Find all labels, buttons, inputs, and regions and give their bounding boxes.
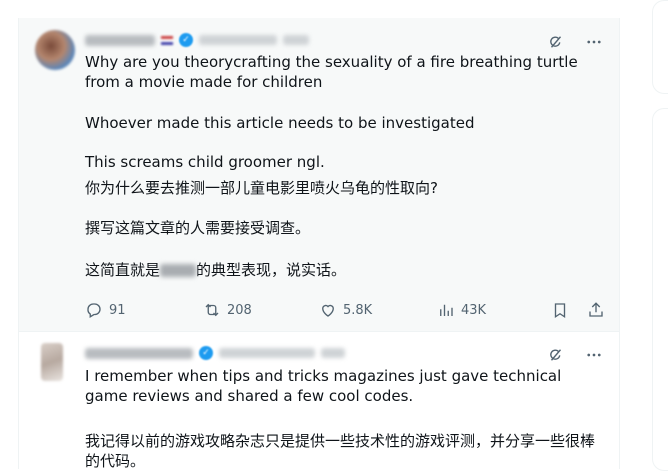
views-icon <box>440 304 453 316</box>
verified-icon: ✓ <box>199 346 213 360</box>
text-segment: 的典型表现，说实话。 <box>196 261 347 279</box>
post[interactable]: ✓ Why are you theorycrafting the sexuali… <box>19 18 619 332</box>
bookmark-icon <box>554 303 566 319</box>
post[interactable]: ✓ I remember when tips and tricks magazi… <box>19 332 619 470</box>
avatar[interactable] <box>41 343 63 381</box>
sidebar-card <box>652 0 668 94</box>
flag-icon <box>161 35 173 45</box>
more-icon[interactable] <box>583 31 605 53</box>
author-handle-redacted[interactable] <box>219 348 315 358</box>
timeline: ✓ Why are you theorycrafting the sexuali… <box>18 18 620 470</box>
share-button[interactable] <box>587 301 605 319</box>
post-text-zh-3: 这简直就是 的典型表现，说实话。 <box>85 260 599 280</box>
author-name-redacted[interactable] <box>85 34 155 46</box>
post-text-zh-1: 我记得以前的游戏攻略杂志只是提供一些技术性的游戏评测，并分享一些很棒的代码。 <box>85 432 596 470</box>
post-header: ✓ <box>85 31 309 49</box>
sidebar-card <box>652 108 668 471</box>
verified-icon: ✓ <box>179 33 193 47</box>
post-text-en-2: Whoever made this article needs to be in… <box>85 114 475 132</box>
post-actions: 91 208 5.8K 43K <box>85 300 605 320</box>
grok-icon[interactable] <box>545 31 567 53</box>
sidebar-edge <box>652 0 668 471</box>
post-text-en-1: I remember when tips and tricks magazine… <box>85 367 562 405</box>
post-text-en-1: Why are you theorycrafting the sexuality… <box>85 53 578 91</box>
more-icon[interactable] <box>583 344 605 366</box>
reply-icon <box>87 303 101 318</box>
repost-count: 208 <box>227 302 252 318</box>
like-icon <box>322 304 334 317</box>
post-top-actions <box>545 31 605 53</box>
views-button[interactable]: 43K <box>437 301 549 319</box>
post-actions-right <box>551 301 605 319</box>
text-segment: 这简直就是 <box>85 261 161 279</box>
bookmark-button[interactable] <box>551 301 569 319</box>
redacted-word <box>160 264 197 277</box>
views-count: 43K <box>461 302 487 318</box>
author-handle-redacted[interactable] <box>199 35 277 45</box>
avatar[interactable] <box>35 30 75 70</box>
post-text-zh-2: 撰写这篇文章的人需要接受调查。 <box>85 219 311 237</box>
post-time-redacted[interactable] <box>283 35 309 45</box>
repost-button[interactable]: 208 <box>203 301 319 319</box>
post-text-zh-1: 你为什么要去推测一部儿童电影里喷火乌龟的性取向? <box>85 179 438 197</box>
reply-button[interactable]: 91 <box>85 301 203 319</box>
post-header: ✓ <box>85 344 345 362</box>
repost-icon <box>205 303 219 317</box>
share-icon <box>589 302 603 317</box>
grok-icon[interactable] <box>545 344 567 366</box>
post-top-actions <box>545 344 605 366</box>
post-time-redacted[interactable] <box>321 348 345 358</box>
like-count: 5.8K <box>343 302 373 318</box>
author-name-redacted[interactable] <box>85 347 193 359</box>
reply-count: 91 <box>109 302 126 318</box>
like-button[interactable]: 5.8K <box>319 301 437 319</box>
post-text-en-3: This screams child groomer ngl. <box>85 153 325 171</box>
